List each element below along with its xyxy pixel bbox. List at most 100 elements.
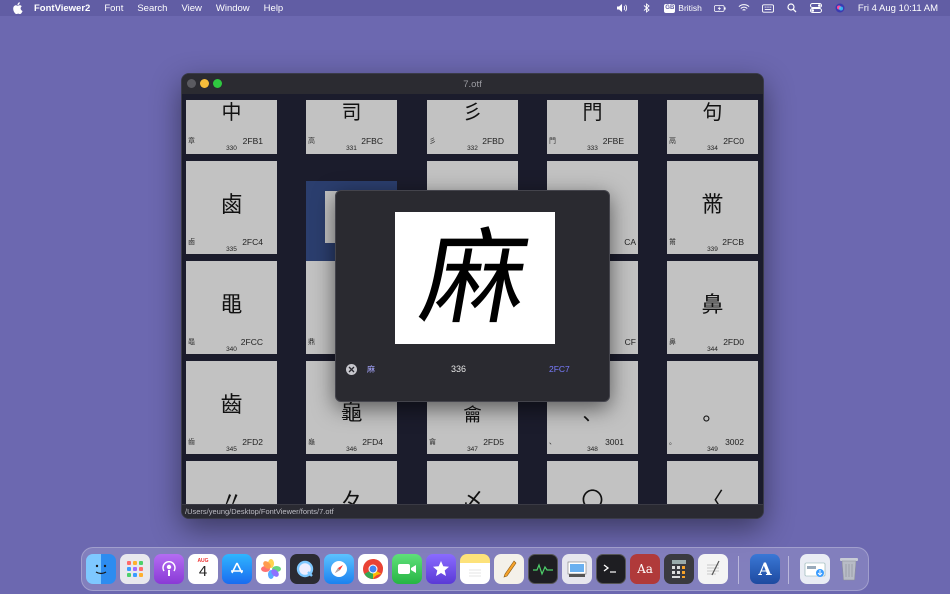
chrome-icon[interactable] xyxy=(358,554,388,584)
glyph-char: 句 xyxy=(702,100,723,124)
glyph-cell[interactable]: 々 xyxy=(306,461,397,514)
close-icon xyxy=(348,366,355,373)
calendar-day: 4 xyxy=(198,563,208,580)
calculator-icon[interactable] xyxy=(664,554,694,584)
glyph-cell[interactable]: 彡 彡 2FBD 332 xyxy=(427,100,518,154)
input-source-label: British xyxy=(678,3,702,13)
glyph-code: CF xyxy=(624,337,636,347)
dictionary-icon[interactable]: Aa xyxy=(630,554,660,584)
glyph-cell[interactable]: 齒 齒 2FD2 345 xyxy=(186,361,277,454)
file-path-bar: /Users/yeung/Desktop/FontViewer/fonts/7.… xyxy=(182,504,763,518)
glyph-index: 345 xyxy=(226,446,237,453)
menubar-clock[interactable]: Fri 4 Aug 10:11 AM xyxy=(858,3,938,14)
glyph-cell[interactable]: 鹵 鹵 2FC4 335 xyxy=(186,161,277,254)
trash-icon[interactable] xyxy=(834,554,864,584)
svg-text:A: A xyxy=(757,560,772,579)
glyph-index: 347 xyxy=(467,446,478,453)
battery-icon[interactable] xyxy=(713,3,726,13)
glyph-preview-char: 麻 xyxy=(412,217,538,339)
glyph-index: 331 xyxy=(346,145,357,152)
glyph-index: 339 xyxy=(707,246,718,253)
menu-font[interactable]: Font xyxy=(104,3,123,14)
font-book-icon[interactable]: A xyxy=(750,554,780,584)
glyph-index: 335 xyxy=(226,246,237,253)
facetime-icon[interactable] xyxy=(392,554,422,584)
glyph-cell[interactable]: 門 門 2FBE 333 xyxy=(547,100,638,154)
menu-help[interactable]: Help xyxy=(264,3,284,14)
volume-icon[interactable] xyxy=(616,3,628,13)
bluetooth-icon[interactable] xyxy=(640,3,652,13)
close-popup-button[interactable] xyxy=(346,364,357,375)
dock: AUG 4 Aa A xyxy=(81,547,869,591)
apple-menu-icon[interactable] xyxy=(12,2,24,14)
podcasts-icon[interactable] xyxy=(154,554,184,584)
window-titlebar[interactable]: 7.otf xyxy=(182,74,763,94)
glyph-cell[interactable]: 〃 xyxy=(186,461,277,514)
notes-icon[interactable] xyxy=(460,554,490,584)
downloads-folder-icon[interactable] xyxy=(800,554,830,584)
activity-monitor-icon[interactable] xyxy=(528,554,558,584)
glyph-index: 348 xyxy=(587,446,598,453)
glyph-label: 鼎 xyxy=(308,339,315,346)
glyph-char: 鹵 xyxy=(220,193,243,218)
glyph-index: 333 xyxy=(587,145,598,152)
glyph-cell[interactable]: 〆 xyxy=(427,461,518,514)
glyph-cell[interactable]: 黽 黽 2FCC 340 xyxy=(186,261,277,354)
glyph-index: 344 xyxy=(707,346,718,353)
photos-icon[interactable] xyxy=(256,554,286,584)
glyph-detail-popup: 麻 麻 336 2FC7 xyxy=(335,190,610,402)
control-center-icon[interactable] xyxy=(809,3,822,13)
zoom-window-button[interactable] xyxy=(213,79,222,88)
glyph-char: 龠 xyxy=(463,405,482,426)
glyph-char: 齒 xyxy=(220,393,243,418)
glyph-index: 340 xyxy=(226,346,237,353)
glyph-cell[interactable]: 〇 xyxy=(547,461,638,514)
app-store-icon[interactable] xyxy=(222,554,252,584)
glyph-cell[interactable]: 司 高 2FBC 331 xyxy=(306,100,397,154)
glyph-cell[interactable]: 黹 黹 2FCB 339 xyxy=(667,161,758,254)
glyph-char: 司 xyxy=(341,100,362,124)
glyph-char: 鼻 xyxy=(701,293,724,318)
glyph-index: 330 xyxy=(226,145,237,152)
glyph-char: 門 xyxy=(582,100,603,124)
minimize-window-button[interactable] xyxy=(200,79,209,88)
calendar-icon[interactable]: AUG 4 xyxy=(188,554,218,584)
finder-icon[interactable] xyxy=(86,554,116,584)
close-window-button[interactable] xyxy=(187,79,196,88)
glyph-cell[interactable]: 〈 xyxy=(667,461,758,514)
glyph-index: 334 xyxy=(707,145,718,152)
preview-icon[interactable] xyxy=(562,554,592,584)
menu-view[interactable]: View xyxy=(181,3,201,14)
popup-glyph-code[interactable]: 2FC7 xyxy=(549,364,570,374)
input-source-menu[interactable]: GB British xyxy=(664,3,702,13)
glyph-cell[interactable]: 中 章 2FB1 330 xyxy=(186,100,277,154)
glyph-cell[interactable]: 鼻 鼻 2FD0 344 xyxy=(667,261,758,354)
dock-separator xyxy=(788,556,789,584)
siri-icon[interactable] xyxy=(834,3,846,13)
menu-search[interactable]: Search xyxy=(137,3,167,14)
glyph-cell[interactable]: 句 鬲 2FC0 334 xyxy=(667,100,758,154)
glyph-char: 彡 xyxy=(462,100,483,124)
terminal-icon[interactable] xyxy=(596,554,626,584)
wifi-icon[interactable] xyxy=(738,3,750,13)
quicktime-icon[interactable] xyxy=(290,554,320,584)
popup-glyph-small: 麻 xyxy=(367,365,375,374)
launchpad-icon[interactable] xyxy=(120,554,150,584)
menu-window[interactable]: Window xyxy=(216,3,250,14)
keyboard-icon[interactable] xyxy=(761,3,774,13)
glyph-code: CA xyxy=(624,237,636,247)
traffic-lights xyxy=(187,79,222,88)
menu-bar: FontViewer2 Font Search View Window Help… xyxy=(0,0,950,16)
spotlight-search-icon[interactable] xyxy=(786,3,798,13)
popup-glyph-index: 336 xyxy=(451,364,467,374)
pages-icon[interactable] xyxy=(494,554,524,584)
svg-text:Aa: Aa xyxy=(636,562,653,576)
glyph-char: 中 xyxy=(221,100,242,124)
imovie-icon[interactable] xyxy=(426,554,456,584)
glyph-char: 。 xyxy=(702,401,723,425)
glyph-index: 332 xyxy=(467,145,478,152)
glyph-cell[interactable]: 。 。 3002 349 xyxy=(667,361,758,454)
safari-icon[interactable] xyxy=(324,554,354,584)
menu-app-name[interactable]: FontViewer2 xyxy=(34,3,90,14)
textedit-icon[interactable] xyxy=(698,554,728,584)
